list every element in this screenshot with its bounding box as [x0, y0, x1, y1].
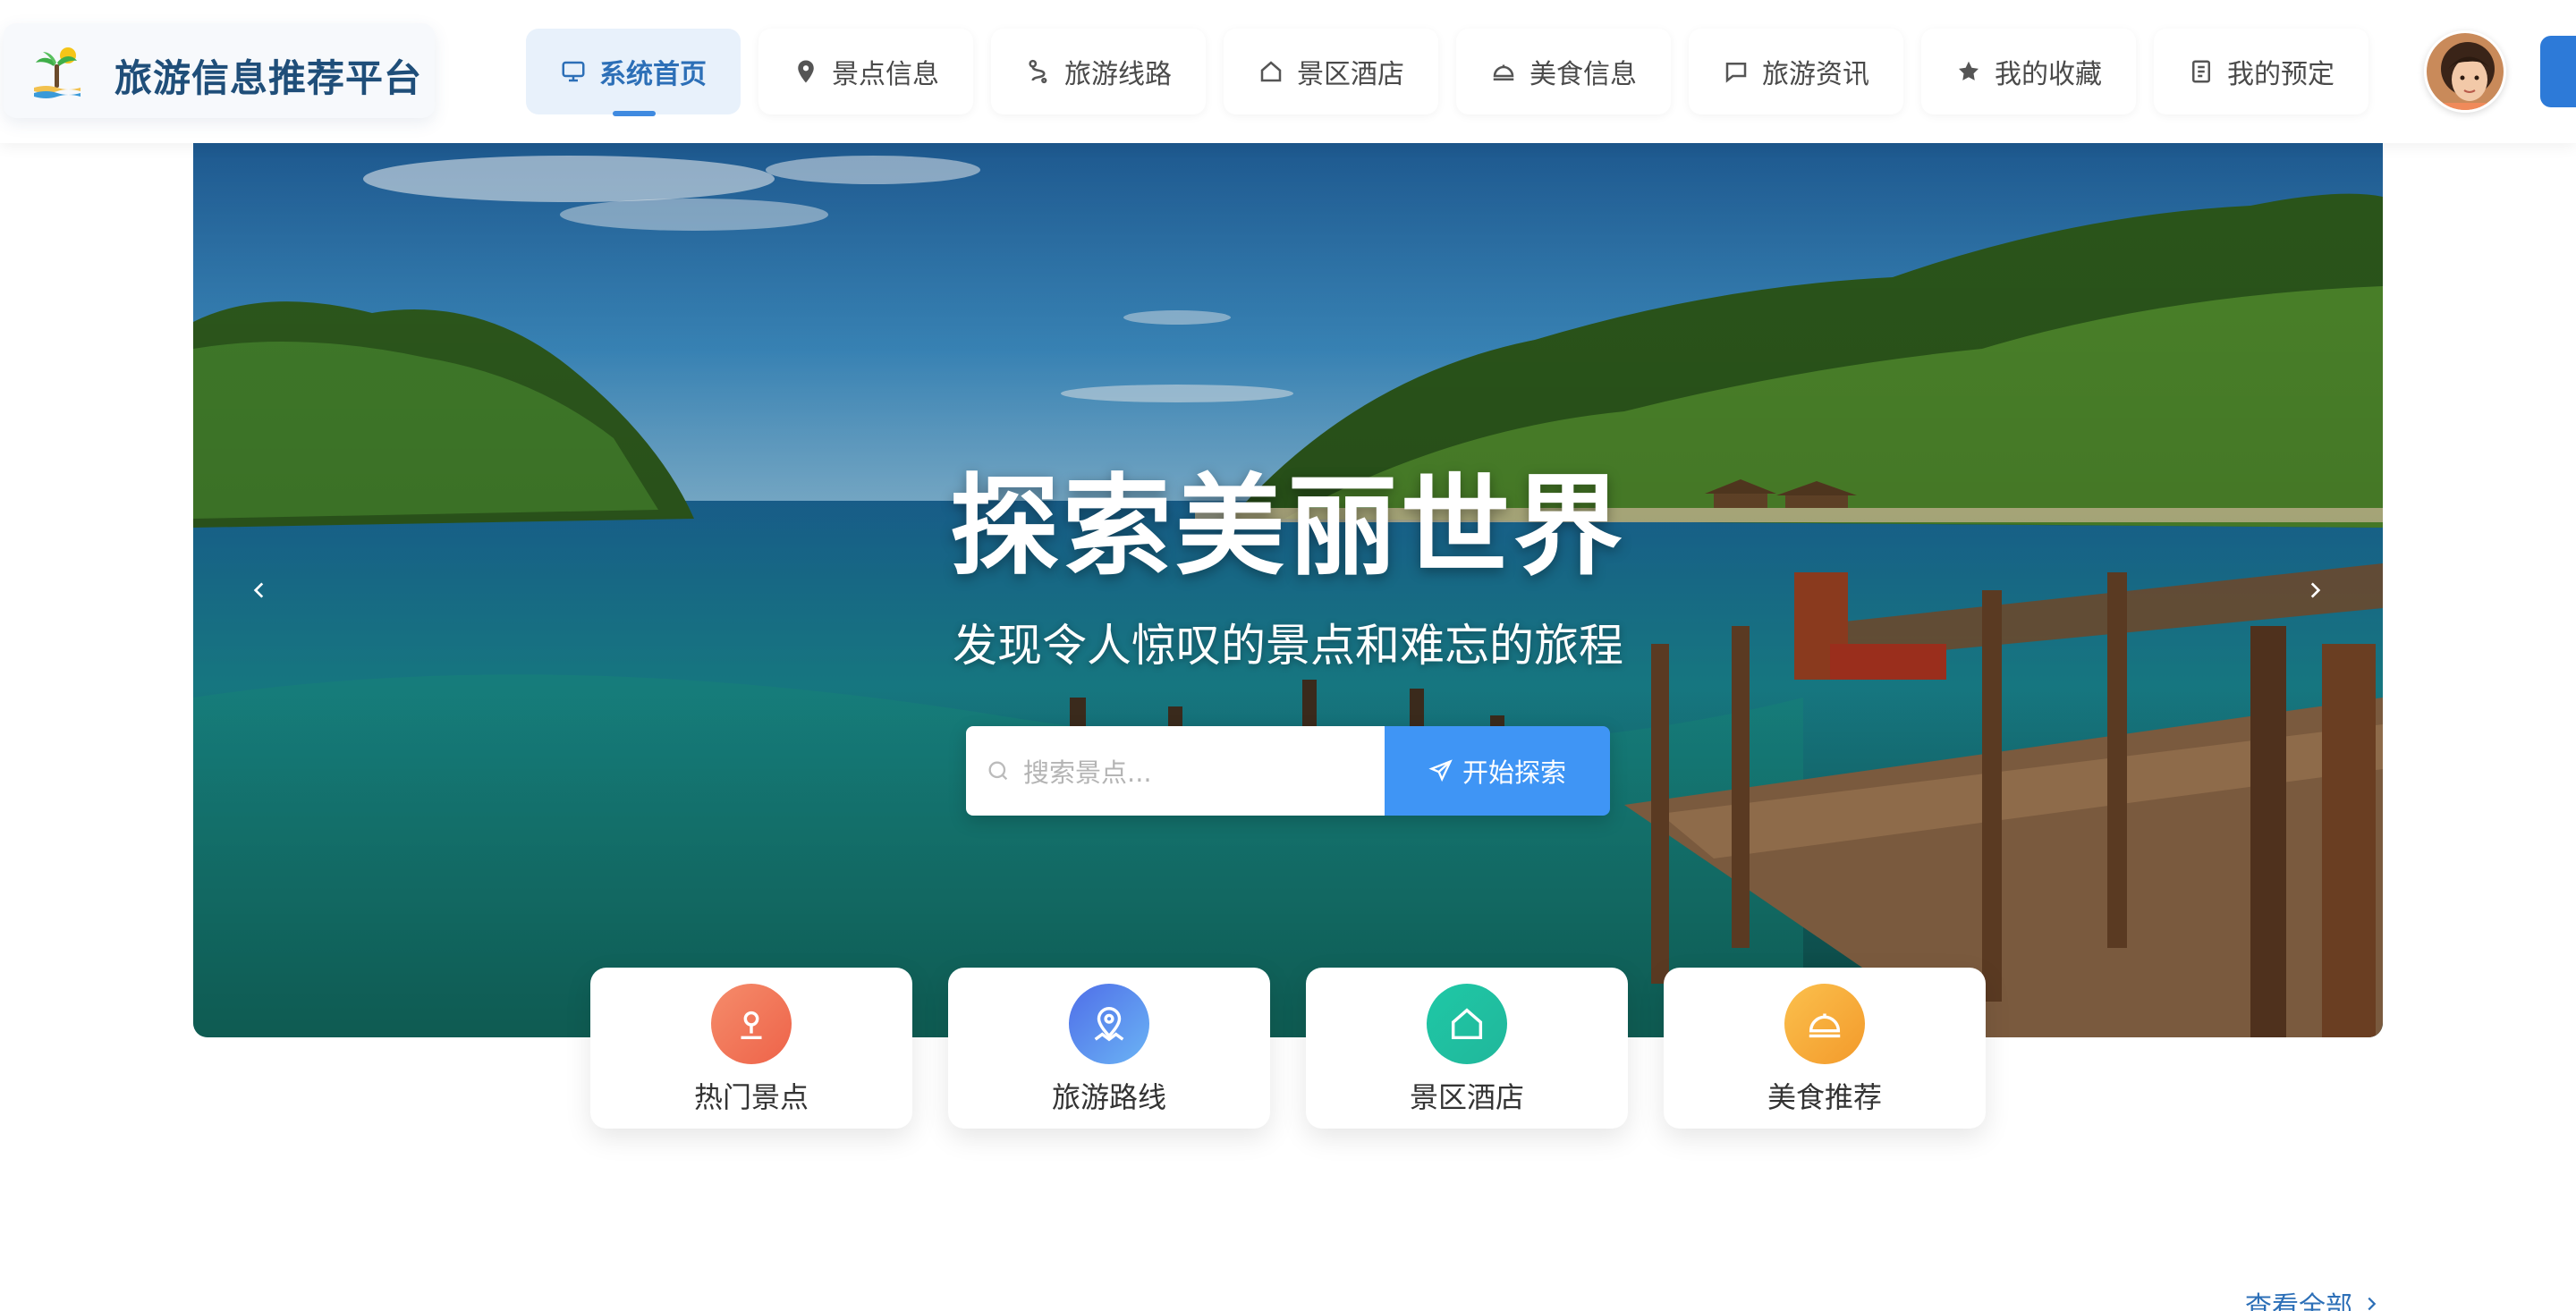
- search-icon: [988, 761, 1008, 781]
- house-icon: [1260, 61, 1282, 82]
- search-input[interactable]: 搜索景点...: [966, 726, 1385, 816]
- nav-label: 景点信息: [832, 59, 939, 90]
- send-icon: [1428, 759, 1453, 782]
- route-icon: [1029, 59, 1047, 84]
- hero-subtitle: 发现令人惊叹的景点和难忘的旅程: [953, 620, 1623, 672]
- hero-banner: 探索美丽世界 发现令人惊叹的景点和难忘的旅程 搜索景点... 开始探索: [193, 143, 2383, 1037]
- nav-item-hotels[interactable]: 景区酒店: [1224, 29, 1438, 114]
- explore-button[interactable]: 开始探索: [1385, 726, 1610, 816]
- quick-link-label: 热门景点: [693, 1080, 809, 1114]
- nav-item-bookings[interactable]: 我的预定: [2154, 29, 2368, 114]
- quick-link-hot-attractions[interactable]: 热门景点: [590, 968, 912, 1129]
- avatar-image: [2427, 33, 2504, 110]
- quick-link-routes[interactable]: 旅游路线: [948, 968, 1270, 1129]
- logo[interactable]: 旅游信息推荐平台: [4, 23, 435, 118]
- map-location-icon: [1094, 1007, 1124, 1042]
- page: 旅游信息推荐平台 系统首页 景点信息 旅游线路 景区酒店 美食信息 旅游资讯 我…: [0, 0, 2576, 1311]
- monitor-icon: [562, 61, 585, 82]
- quick-link-icon-bg: [1427, 984, 1507, 1064]
- view-all-link[interactable]: 查看全部: [2245, 1284, 2381, 1311]
- hero-title: 探索美丽世界: [950, 463, 1626, 590]
- nav-item-food[interactable]: 美食信息: [1456, 29, 1671, 114]
- quick-link-hotels[interactable]: 景区酒店: [1306, 968, 1628, 1129]
- nav-item-attractions[interactable]: 景点信息: [758, 29, 973, 114]
- location-pin-icon: [741, 1011, 762, 1040]
- explore-button-label: 开始探索: [1462, 757, 1566, 788]
- chevron-right-icon: [2368, 1297, 2377, 1311]
- view-all-label: 查看全部: [2245, 1291, 2352, 1311]
- quick-link-icon-bg: [1784, 984, 1865, 1064]
- nav-label: 系统首页: [599, 59, 707, 90]
- header-action-button[interactable]: [2540, 36, 2576, 107]
- nav-active-indicator: [613, 111, 656, 116]
- app-title: 旅游信息推荐平台: [114, 56, 423, 100]
- chat-icon: [1725, 63, 1747, 83]
- map-pin-icon: [798, 60, 814, 83]
- nav-label: 旅游线路: [1064, 59, 1172, 90]
- quick-link-label: 景区酒店: [1409, 1080, 1524, 1114]
- nav-item-routes[interactable]: 旅游线路: [991, 29, 1206, 114]
- food-dome-icon: [1809, 1013, 1841, 1038]
- nav-label: 景区酒店: [1297, 59, 1404, 90]
- star-icon: [1959, 61, 1979, 80]
- user-avatar[interactable]: [2424, 30, 2506, 113]
- nav-item-home[interactable]: 系统首页: [526, 29, 741, 114]
- nav-label: 我的收藏: [1995, 59, 2102, 90]
- top-header: 旅游信息推荐平台 系统首页 景点信息 旅游线路 景区酒店 美食信息 旅游资讯 我…: [0, 0, 2576, 143]
- nav-label: 旅游资讯: [1762, 59, 1869, 90]
- hero-search: 搜索景点... 开始探索: [966, 726, 1610, 816]
- nav-label: 我的预定: [2227, 59, 2334, 90]
- nav-label: 美食信息: [1530, 59, 1637, 90]
- document-icon: [2192, 60, 2210, 83]
- quick-link-icon-bg: [1069, 984, 1149, 1064]
- quick-link-food[interactable]: 美食推荐: [1664, 968, 1986, 1129]
- palm-tree-logo-icon: [34, 47, 80, 98]
- quick-link-label: 旅游路线: [1051, 1080, 1166, 1114]
- quick-link-icon-bg: [711, 984, 792, 1064]
- nav-item-favorites[interactable]: 我的收藏: [1921, 29, 2136, 114]
- house-icon: [1451, 1008, 1483, 1040]
- quick-link-label: 美食推荐: [1767, 1080, 1882, 1114]
- nav-item-news[interactable]: 旅游资讯: [1689, 29, 1903, 114]
- food-dome-icon: [1493, 64, 1514, 80]
- search-placeholder: 搜索景点...: [1023, 757, 1152, 788]
